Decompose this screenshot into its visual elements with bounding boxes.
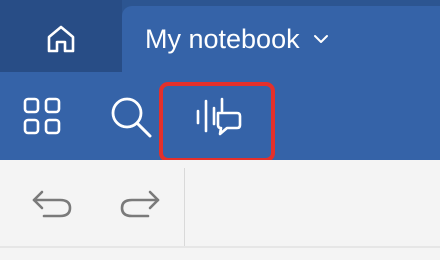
gesture-assist-button[interactable] [194,96,244,138]
chevron-down-icon[interactable] [312,33,330,45]
search-button[interactable] [108,94,154,140]
home-tab[interactable] [0,0,122,72]
notebook-tab[interactable]: My notebook [122,6,440,72]
edit-ribbon [0,160,440,260]
app-window: My notebook [0,0,440,260]
notebook-title: My notebook [145,23,300,54]
ribbon-bottom-border [0,246,440,248]
grid-view-icon [23,97,61,135]
ribbon-divider [184,168,185,248]
undo-icon [32,190,72,218]
search-icon [111,97,152,138]
home-icon [47,25,75,53]
grid-view-button[interactable] [22,96,62,136]
main-toolbar [0,72,440,160]
undo-button[interactable] [30,182,76,222]
redo-icon [120,190,160,218]
redo-button[interactable] [116,182,162,222]
gesture-assist-icon [196,97,242,136]
